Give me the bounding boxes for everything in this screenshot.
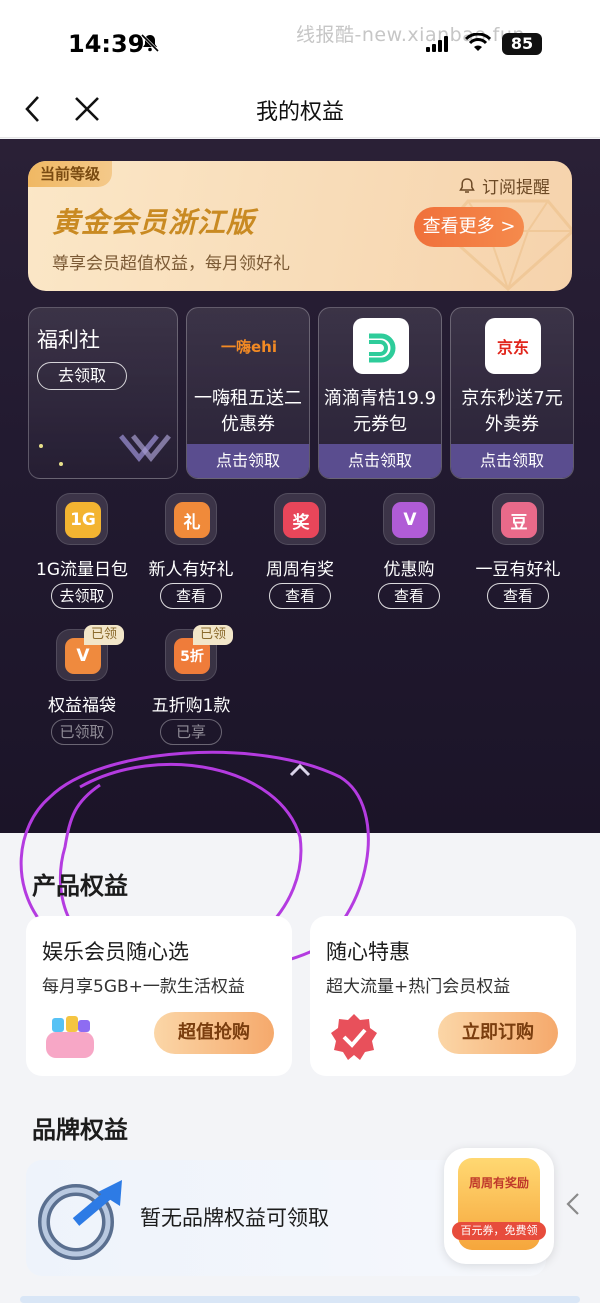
weekly-prize-float-badge[interactable]: 周周有奖励 百元券，免费领 [444, 1148, 554, 1264]
benefits-panel: 当前等级 订阅提醒 黄金会员浙江版 尊享会员超值权益，每月领好礼 查看更多 > … [0, 139, 600, 973]
bean-gift-icon: 豆 [492, 493, 544, 545]
coupon-text: 京东秒送7元外卖券 [461, 388, 563, 435]
coupon-card-ehi[interactable]: 一嗨ehi 一嗨租五送二优惠券 点击领取 [186, 307, 310, 479]
nav-bar: 我的权益 [0, 88, 600, 138]
benefit-label: 五折购1款 [151, 696, 231, 716]
product-section-title: 产品权益 [32, 872, 128, 900]
jd-logo: 京东 [485, 318, 541, 374]
claimed-badge: 已领 [84, 625, 125, 645]
brand-section-title: 品牌权益 [32, 1116, 128, 1144]
benefit-label: 优惠购 [383, 560, 435, 580]
product-name: 娱乐会员随心选 [42, 940, 189, 964]
benefit-button[interactable]: 查看 [487, 583, 549, 609]
bell-muted-icon [140, 33, 160, 53]
status-time: 14:39 [68, 30, 145, 58]
welfare-club-card[interactable]: 福利社 去领取 [28, 307, 178, 479]
benefit-button[interactable]: 去领取 [51, 583, 113, 609]
member-level-desc: 尊享会员超值权益，每月领好礼 [52, 254, 290, 274]
sparkle-dot [59, 462, 63, 466]
discount-icon: V [383, 493, 435, 545]
welfare-club-title: 福利社 [37, 328, 100, 352]
benefit-label: 周周有奖 [266, 560, 334, 580]
brand-empty-text: 暂无品牌权益可领取 [140, 1206, 329, 1230]
signal-icon [426, 36, 448, 52]
welfare-claim-button[interactable]: 去领取 [37, 362, 127, 390]
product-card-special-offer[interactable]: 随心特惠 超大流量+热门会员权益 立即订购 [310, 916, 576, 1076]
chevron-left-icon[interactable] [560, 1180, 588, 1228]
data-pack-icon: 1G [56, 493, 108, 545]
benefit-button[interactable]: 已领取 [51, 719, 113, 745]
vip-level-card[interactable]: 当前等级 订阅提醒 黄金会员浙江版 尊享会员超值权益，每月领好礼 查看更多 > [28, 161, 572, 291]
didi-icon [369, 333, 396, 363]
bell-icon [459, 177, 475, 193]
sparkle-dot [39, 444, 43, 448]
benefit-label: 一豆有好礼 [475, 560, 561, 580]
check-badge-icon [331, 1014, 377, 1060]
ehi-logo: 一嗨ehi [221, 337, 277, 356]
coupon-text: 滴滴青桔19.9元券包 [323, 388, 437, 435]
current-level-tag: 当前等级 [28, 161, 113, 187]
next-card-peek [20, 1296, 580, 1303]
collapse-chevron-up-icon[interactable] [288, 762, 312, 778]
battery-indicator: 85 [502, 33, 542, 55]
coupon-card-jd[interactable]: 京东 京东秒送7元外卖券 点击领取 [450, 307, 574, 479]
member-level-title: 黄金会员浙江版 [52, 206, 256, 239]
page-title: 我的权益 [255, 100, 344, 125]
coupon-text: 一嗨租五送二优惠券 [194, 388, 302, 435]
float-badge-sub: 百元券，免费领 [452, 1222, 546, 1240]
wifi-icon [465, 33, 491, 51]
product-card-entertainment[interactable]: 娱乐会员随心选 每月享5GB+一款生活权益 超值抢购 [26, 916, 292, 1076]
benefit-button[interactable]: 查看 [378, 583, 440, 609]
benefit-label: 1G流量日包 [36, 560, 128, 580]
product-desc: 超大流量+热门会员权益 [326, 977, 511, 997]
product-name: 随心特惠 [326, 940, 410, 964]
prize-icon: 奖 [274, 493, 326, 545]
float-badge-title: 周周有奖励 [468, 1176, 529, 1190]
status-bar: 14:39 线报酷-new.xianbao.fun 85 [0, 0, 600, 88]
coupon-claim-button[interactable]: 点击领取 [187, 444, 309, 478]
chevron-stack-icon [119, 434, 171, 462]
benefit-label: 新人有好礼 [148, 560, 234, 580]
benefit-button[interactable]: 已享 [160, 719, 222, 745]
subscribe-now-button[interactable]: 立即订购 [438, 1012, 558, 1054]
gift-icon: 礼 [165, 493, 217, 545]
benefit-button[interactable]: 查看 [160, 583, 222, 609]
view-more-button[interactable]: 查看更多 > [414, 207, 524, 247]
benefit-label: 权益福袋 [48, 696, 116, 716]
coupon-claim-button[interactable]: 点击领取 [451, 444, 573, 478]
gift-box-icon: 周周有奖励 百元券，免费领 [452, 1158, 546, 1250]
coupon-card-didi[interactable]: 滴滴青桔19.9元券包 点击领取 [318, 307, 442, 479]
buy-now-button[interactable]: 超值抢购 [154, 1012, 274, 1054]
subscribe-label: 订阅提醒 [482, 178, 550, 198]
subscribe-reminder[interactable]: 订阅提醒 [458, 173, 550, 198]
benefit-button[interactable]: 查看 [269, 583, 331, 609]
coupon-cards-row: 福利社 去领取 一嗨ehi 一嗨租五送二优惠券 点击领取 滴滴青桔19.9元券包… [28, 307, 574, 479]
claimed-badge: 已领 [193, 625, 234, 645]
coupon-claim-button[interactable]: 点击领取 [319, 444, 441, 478]
entertainment-basket-icon [46, 1016, 94, 1058]
brand-g-logo-icon [38, 1180, 122, 1260]
product-desc: 每月享5GB+一款生活权益 [42, 977, 245, 997]
didi-logo [353, 318, 409, 374]
